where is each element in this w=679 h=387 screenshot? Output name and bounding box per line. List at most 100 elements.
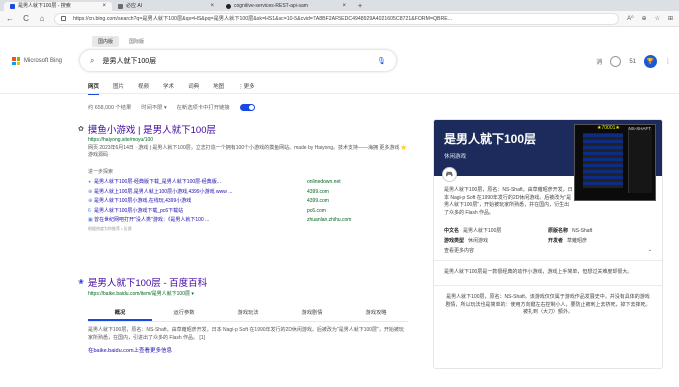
list-item[interactable]: ⊕ 是男人就上100层,是男人就上100层小游戏,4399小游戏 www ... 4… bbox=[88, 188, 408, 198]
tab-overview[interactable]: 概况 bbox=[88, 305, 152, 321]
menu-icon[interactable]: ⋮ bbox=[665, 58, 671, 65]
close-icon[interactable]: × bbox=[102, 2, 106, 11]
fact-label: 开发者 bbox=[548, 238, 564, 245]
chevron-down-icon: ⌄ bbox=[647, 247, 652, 254]
link-title[interactable]: 是男人就下100层小游戏,在线玩,4399小游戏 bbox=[94, 197, 307, 207]
close-icon[interactable]: × bbox=[342, 2, 346, 11]
view-all-button[interactable]: 查看更多内容 ⌄ bbox=[434, 244, 662, 262]
baidu-favicon-icon: ❀ bbox=[78, 279, 84, 286]
screenshot-score: ★70001★ bbox=[597, 125, 620, 131]
view-more-link[interactable]: 在baike.baidu.com上查看更多信息 bbox=[88, 346, 408, 354]
favorites-icon[interactable]: ☆ bbox=[655, 15, 660, 22]
url-text: https://cn.bing.com/search?q=是男人就下100层&q… bbox=[73, 15, 453, 22]
account-area: 消 51 🏆 ⋮ bbox=[596, 55, 671, 68]
tab-guide[interactable]: 游戏攻略 bbox=[344, 305, 408, 321]
panel-header: 是男人就下100层 休闲游戏 ★70001★ NS-SHAFT 🎮 bbox=[434, 120, 662, 201]
panel-description: 是男人就下100层，原名：NS-Shaft，由草薙昭彦开发，日本 Nagi-p … bbox=[444, 187, 573, 216]
fact-item: 中文名 是男人就下100层 bbox=[444, 227, 548, 234]
search-icon: ⌕ bbox=[90, 55, 95, 65]
divider bbox=[0, 93, 679, 94]
panel-facts: 中文名 是男人就下100层 原版名称 NS-Shaft 游戏类型 休闲游戏 开发者 草薙… bbox=[434, 217, 662, 244]
collections-icon[interactable]: ⊞ bbox=[668, 15, 673, 22]
playfield bbox=[583, 133, 623, 188]
rewards-icon[interactable]: 🏆 bbox=[644, 55, 657, 68]
result-stats: 约 658,000 个结果 时间不限 ▾ 在新选项卡中打开链接 bbox=[88, 103, 255, 111]
link-title[interactable]: 曾在世纪网吧打开''没人类''游戏：《是男人就下100 ... bbox=[94, 216, 307, 226]
search-input[interactable]: 是男人就下100层 bbox=[102, 56, 369, 66]
search-box[interactable]: ⌕ 是男人就下100层 🎙 bbox=[80, 50, 396, 71]
list-item[interactable]: 6 是男人就下100层小游戏下载_pc6下载站 pc6.com bbox=[88, 207, 408, 217]
new-tab-button[interactable]: + bbox=[352, 2, 368, 11]
game-screenshot[interactable]: ★70001★ NS-SHAFT bbox=[574, 124, 656, 201]
link-domain: zhuanlan.zhihu.com bbox=[307, 217, 352, 224]
list-item[interactable]: ◕ 是男人就下100层-经典版下载_是男人就下100层-经典版... onlined… bbox=[88, 178, 408, 188]
knowledge-panel: 是男人就下100层 休闲游戏 ★70001★ NS-SHAFT 🎮 是男人就下1… bbox=[433, 119, 663, 369]
result-title[interactable]: 是男人就下100层 - 百度百科 bbox=[88, 275, 207, 289]
browser-tab-github[interactable]: cognitive-services-REST-api-sam × bbox=[220, 2, 352, 11]
screenshot-level: NS-SHAFT bbox=[628, 126, 652, 131]
tab-story[interactable]: 游戏剧情 bbox=[280, 305, 344, 321]
user-avatar-icon[interactable] bbox=[610, 56, 622, 67]
new-tab-toggle[interactable] bbox=[239, 103, 255, 111]
hud bbox=[628, 128, 652, 193]
view-all-label: 查看更多内容 bbox=[444, 248, 475, 255]
list-item[interactable]: ▣ 曾在世纪网吧打开''没人类''游戏：《是男人就下100 ... zhuanlan… bbox=[88, 216, 408, 226]
address-toolbar: ← C ⌂ https://cn.bing.com/search?q=是男人就下… bbox=[0, 11, 679, 27]
result-count: 约 658,000 个结果 bbox=[88, 105, 132, 111]
address-bar[interactable]: https://cn.bing.com/search?q=是男人就下100层&q… bbox=[54, 12, 620, 25]
fact-item: 开发者 草薙昭彦 bbox=[548, 237, 652, 244]
panel-title: 是男人就下100层 bbox=[444, 132, 537, 146]
fact-value: 休闲游戏 bbox=[468, 238, 489, 245]
tab-params[interactable]: 运行参数 bbox=[152, 305, 216, 321]
rewards-points[interactable]: 51 bbox=[629, 59, 636, 65]
microphone-icon[interactable]: 🎙 bbox=[377, 57, 386, 65]
bing-logo[interactable]: Microsoft Bing bbox=[12, 57, 62, 65]
panel-paragraph: 是男人就下100层是一款很经典的动作小游戏，游戏上手简单，但想过关难度却很大。 bbox=[434, 261, 662, 286]
tab-gameplay[interactable]: 游戏玩法 bbox=[216, 305, 280, 321]
result-snippet: 网页 2023年6月14日 · 游戏 | 是男人就下100层，立志打造一个拥有1… bbox=[88, 145, 407, 158]
recommend-note[interactable]: 根据热度为你推荐 • 反馈 bbox=[88, 226, 408, 232]
language-button[interactable]: 消 bbox=[596, 57, 602, 66]
result-title[interactable]: 摸鱼小游戏 | 是男人就下100层 bbox=[88, 122, 216, 136]
browser-tab-bar: 是男人就下100层 - 搜索 × 必应 AI × cognitive-servi… bbox=[0, 0, 679, 11]
tab-label: cognitive-services-REST-api-sam bbox=[234, 3, 308, 9]
explore-links: ◕ 是男人就下100层-经典版下载_是男人就下100层-经典版... onlined… bbox=[88, 178, 408, 226]
browser-tab-search[interactable]: 是男人就下100层 - 搜索 × bbox=[4, 2, 112, 11]
result-snippet: 是男人就下100层，原名：NS-Shaft，由草薙昭彦开发，日本 Nagi-p … bbox=[88, 327, 404, 341]
scope-domestic[interactable]: 国内版 bbox=[92, 36, 120, 47]
baike-tabs: 概况 运行参数 游戏玩法 游戏剧情 游戏攻略 bbox=[88, 305, 408, 322]
back-icon[interactable]: ← bbox=[6, 14, 14, 23]
fact-item: 游戏类型 休闲游戏 bbox=[444, 237, 548, 244]
link-title[interactable]: 是男人就上100层,是男人就上100层小游戏,4399小游戏 www ... bbox=[94, 188, 307, 198]
link-domain: 4399.com bbox=[307, 198, 329, 205]
close-icon[interactable]: × bbox=[210, 2, 214, 11]
search-result: ✿ 摸鱼小游戏 | 是男人就下100层 https://haiyong.site… bbox=[78, 122, 408, 232]
time-filter-dropdown[interactable]: 时间不限 ▾ bbox=[141, 103, 166, 111]
panel-paragraph: 是男人就下100层，原名：NS-Shaft。该游戏仅仅属于游戏作品发展史中，并没… bbox=[445, 293, 651, 316]
result-url[interactable]: https://haiyong.site/moyu/100 bbox=[88, 137, 408, 143]
refresh-icon[interactable]: C bbox=[22, 14, 30, 23]
link-domain: pc6.com bbox=[307, 207, 326, 214]
link-title[interactable]: 是男人就下100层-经典版下载_是男人就下100层-经典版... bbox=[94, 178, 307, 188]
logo-text: Microsoft Bing bbox=[24, 58, 63, 64]
explore-heading: 进一步探索 bbox=[88, 169, 114, 175]
github-tab-icon bbox=[226, 4, 231, 9]
fact-value: NS-Shaft bbox=[572, 228, 593, 235]
link-domain: onlinedown.net bbox=[307, 179, 341, 185]
tab-label: 是男人就下100层 - 搜索 bbox=[18, 3, 71, 9]
read-aloud-icon[interactable]: A⁰ bbox=[627, 15, 633, 22]
ai-tab-icon bbox=[118, 4, 123, 9]
list-item[interactable]: ⊕ 是男人就下100层小游戏,在线玩,4399小游戏 4399.com bbox=[88, 197, 408, 207]
fact-item: 原版名称 NS-Shaft bbox=[548, 227, 652, 234]
result-url[interactable]: https://baike.baidu.com/item/是男人就下100层 ▾ bbox=[88, 290, 408, 297]
browser-tab-ai[interactable]: 必应 AI × bbox=[112, 2, 220, 11]
extensions-icon[interactable]: ⊕ bbox=[642, 15, 647, 22]
scope-international[interactable]: 国际版 bbox=[123, 36, 150, 47]
fact-label: 中文名 bbox=[444, 228, 460, 235]
new-tab-label: 在新选项卡中打开链接 bbox=[176, 105, 230, 111]
region-switch: 国内版 国际版 bbox=[92, 36, 150, 47]
fact-label: 原版名称 bbox=[548, 228, 569, 235]
link-title[interactable]: 是男人就下100层小游戏下载_pc6下载站 bbox=[94, 207, 307, 217]
microsoft-logo-icon bbox=[12, 57, 20, 65]
home-icon[interactable]: ⌂ bbox=[38, 14, 46, 23]
